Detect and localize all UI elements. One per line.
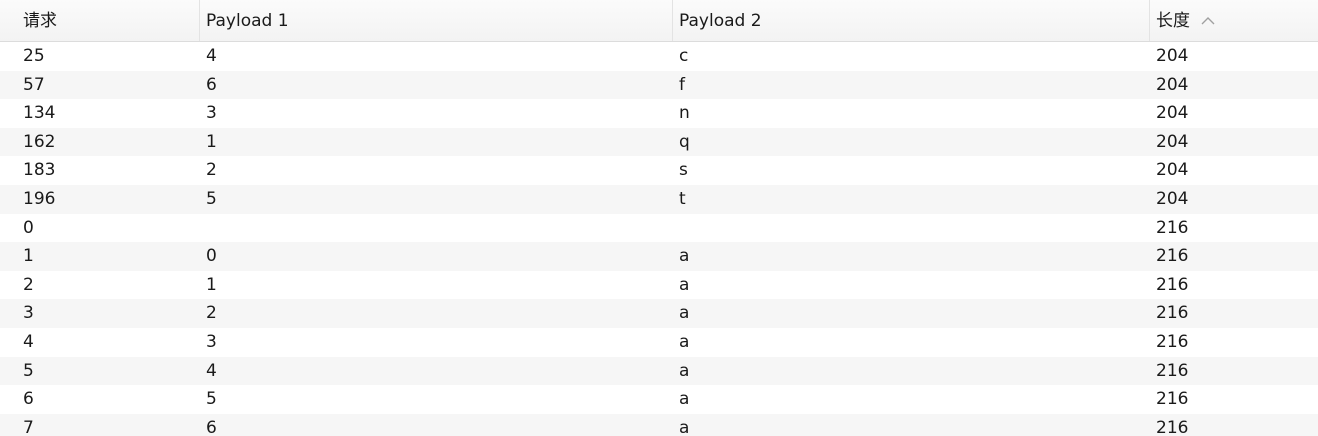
table-body: 25 4 c 204 57 6 f 204 134 3 n 204 162 1 q 204 183 2 s 204 19… [0, 42, 1318, 436]
cell-payload1: 1 [206, 274, 217, 295]
table-row[interactable]: 4 3 a 216 [0, 328, 1318, 357]
cell-request: 5 [23, 360, 34, 381]
cell-request: 196 [23, 188, 56, 209]
cell-request: 4 [23, 331, 34, 352]
cell-payload2: t [679, 188, 686, 209]
cell-length: 204 [1156, 160, 1189, 181]
cell-length: 216 [1156, 389, 1189, 410]
cell-payload1: 5 [206, 389, 217, 410]
cell-payload1: 4 [206, 46, 217, 66]
cell-payload1: 4 [206, 360, 217, 381]
cell-length: 204 [1156, 74, 1189, 95]
cell-request: 183 [23, 160, 56, 181]
table-row[interactable]: 7 6 a 216 [0, 413, 1318, 436]
cell-payload2: a [679, 417, 690, 436]
cell-request: 1 [23, 246, 34, 267]
cell-length: 216 [1156, 331, 1189, 352]
table-row[interactable]: 183 2 s 204 [0, 156, 1318, 185]
cell-length: 216 [1156, 303, 1189, 324]
cell-payload1: 1 [206, 131, 217, 152]
column-header-label: 长度 [1156, 11, 1190, 31]
column-header-length[interactable]: 长度 [1150, 0, 1318, 41]
cell-request: 162 [23, 131, 56, 152]
cell-payload2: q [679, 131, 690, 152]
column-header-payload1[interactable]: Payload 1 [200, 0, 673, 41]
cell-request: 134 [23, 103, 56, 124]
cell-payload2: a [679, 246, 690, 267]
cell-payload2: a [679, 303, 690, 324]
cell-request: 57 [23, 74, 45, 95]
table-row[interactable]: 134 3 n 204 [0, 99, 1318, 128]
cell-payload1: 5 [206, 188, 217, 209]
table-row[interactable]: 25 4 c 204 [0, 42, 1318, 71]
table-row[interactable]: 196 5 t 204 [0, 184, 1318, 214]
cell-request: 2 [23, 274, 34, 295]
cell-payload2: c [679, 46, 689, 66]
cell-payload2: a [679, 274, 690, 295]
table-row[interactable]: 162 1 q 204 [0, 127, 1318, 157]
cell-length: 204 [1156, 188, 1189, 209]
column-header-request[interactable]: 请求 [0, 0, 200, 41]
cell-payload1: 6 [206, 417, 217, 436]
results-table: 请求 Payload 1 Payload 2 长度 25 4 c 204 57 6 f 204… [0, 0, 1318, 436]
cell-payload1 [200, 214, 673, 243]
cell-payload1: 6 [206, 74, 217, 95]
table-row[interactable]: 6 5 a 216 [0, 385, 1318, 414]
column-header-label: 请求 [23, 11, 57, 31]
cell-request: 3 [23, 303, 34, 324]
cell-request: 0 [23, 217, 34, 238]
cell-payload2 [673, 214, 1150, 243]
cell-payload1: 3 [206, 103, 217, 124]
column-header-payload2[interactable]: Payload 2 [673, 0, 1150, 41]
column-header-label: Payload 1 [206, 11, 289, 31]
cell-payload1: 0 [206, 246, 217, 267]
cell-length: 216 [1156, 274, 1189, 295]
cell-payload1: 2 [206, 303, 217, 324]
table-row[interactable]: 5 4 a 216 [0, 356, 1318, 386]
table-header: 请求 Payload 1 Payload 2 长度 [0, 0, 1318, 42]
column-header-label: Payload 2 [679, 11, 762, 31]
cell-length: 204 [1156, 131, 1189, 152]
cell-payload2: a [679, 360, 690, 381]
cell-length: 216 [1156, 217, 1189, 238]
table-row[interactable]: 1 0 a 216 [0, 242, 1318, 271]
cell-length: 216 [1156, 417, 1189, 436]
cell-length: 216 [1156, 246, 1189, 267]
cell-request: 6 [23, 389, 34, 410]
cell-length: 216 [1156, 360, 1189, 381]
table-row[interactable]: 57 6 f 204 [0, 70, 1318, 100]
table-row[interactable]: 2 1 a 216 [0, 271, 1318, 300]
cell-payload1: 2 [206, 160, 217, 181]
chevron-up-icon [1201, 17, 1215, 25]
cell-payload1: 3 [206, 331, 217, 352]
cell-payload2: a [679, 331, 690, 352]
cell-payload2: f [679, 74, 685, 95]
cell-payload2: s [679, 160, 688, 181]
cell-length: 204 [1156, 46, 1189, 66]
cell-request: 7 [23, 417, 34, 436]
cell-length: 204 [1156, 103, 1189, 124]
cell-request: 25 [23, 46, 45, 66]
table-row[interactable]: 0 216 [0, 214, 1318, 243]
cell-payload2: a [679, 389, 690, 410]
table-row[interactable]: 3 2 a 216 [0, 299, 1318, 328]
cell-payload2: n [679, 103, 690, 124]
